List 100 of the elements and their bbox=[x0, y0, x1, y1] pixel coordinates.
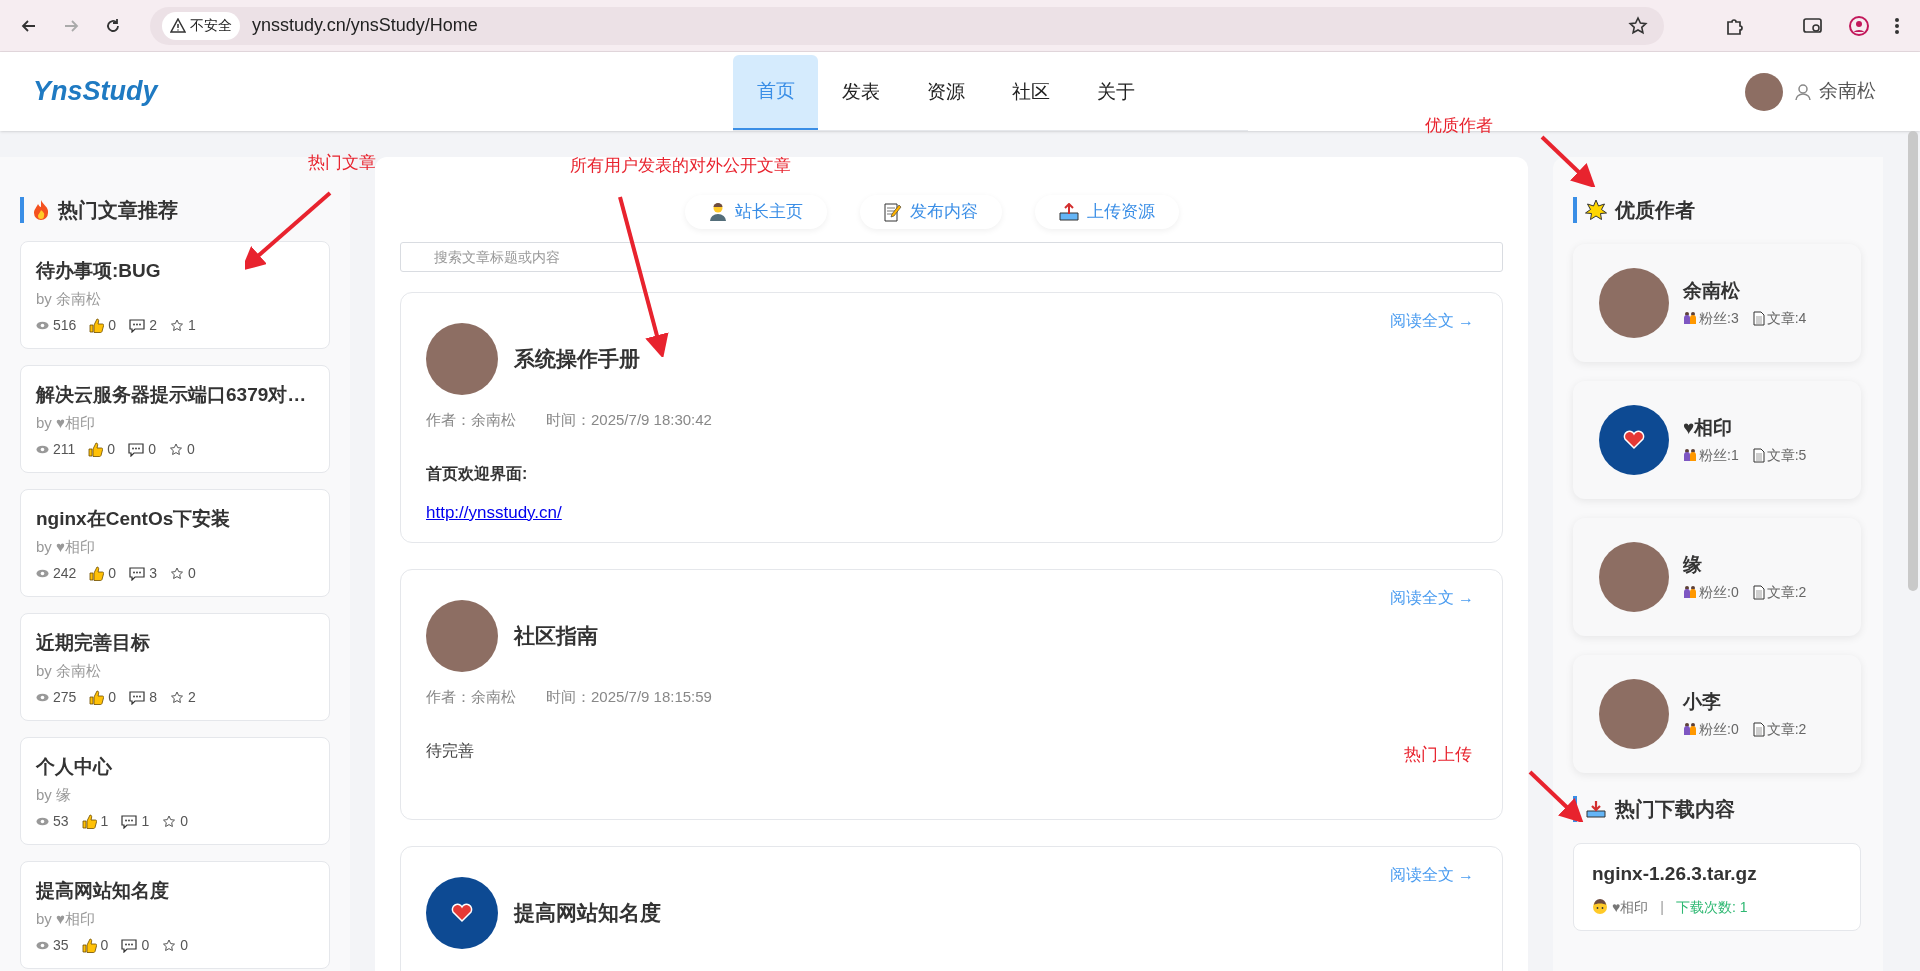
article-card[interactable]: nginx在CentOs下安装 by ♥相印 242 0 3 0 bbox=[20, 489, 330, 597]
accent-bar bbox=[1573, 796, 1577, 822]
comment-icon bbox=[121, 938, 138, 953]
reload-icon[interactable] bbox=[104, 16, 122, 35]
user-icon bbox=[1795, 82, 1811, 101]
article-title: 解决云服务器提示端口6379对… bbox=[36, 383, 308, 407]
scrollbar[interactable] bbox=[1908, 131, 1918, 591]
document-icon bbox=[1752, 447, 1765, 463]
upload-tray-icon bbox=[1058, 203, 1079, 221]
time-text: 时间：2025/7/9 18:15:59 bbox=[546, 687, 712, 707]
stat-count: 516 bbox=[53, 316, 77, 335]
action-button[interactable]: 上传资源 bbox=[1034, 195, 1179, 229]
stat-count: 8 bbox=[149, 688, 157, 707]
tab-search-icon[interactable] bbox=[1802, 15, 1824, 36]
post-title[interactable]: 提高网站知名度 bbox=[514, 897, 661, 929]
author-card[interactable]: ♥相印 粉丝:1 文章:5 bbox=[1573, 381, 1861, 499]
author-card[interactable]: 余南松 粉丝:3 文章:4 bbox=[1573, 244, 1861, 362]
article-card[interactable]: 提高网站知名度 by ♥相印 35 0 0 0 bbox=[20, 861, 330, 969]
annotation-label: 热门上传 bbox=[1404, 744, 1472, 766]
fans-count: 粉丝:1 bbox=[1699, 445, 1739, 465]
eye-icon bbox=[36, 817, 49, 826]
document-icon bbox=[1752, 721, 1765, 737]
star-outline-icon bbox=[169, 318, 184, 333]
thumbs-up-icon bbox=[81, 814, 97, 829]
articles-count: 文章:4 bbox=[1766, 308, 1807, 328]
thumbs-up-icon bbox=[81, 938, 97, 953]
annotation-label: 优质作者 bbox=[1425, 115, 1493, 137]
memo-icon bbox=[883, 202, 902, 222]
stat-count: 0 bbox=[107, 440, 116, 459]
file-name: nginx-1.26.3.tar.gz bbox=[1592, 862, 1758, 886]
author-card[interactable]: 小李 粉丝:0 文章:2 bbox=[1573, 655, 1861, 773]
article-author: by 余南松 bbox=[36, 288, 102, 309]
eye-icon bbox=[36, 693, 49, 702]
article-author: by ♥相印 bbox=[36, 412, 96, 433]
thumbs-up-icon bbox=[89, 566, 105, 581]
article-card[interactable]: 近期完善目标 by 余南松 275 0 8 2 bbox=[20, 613, 330, 721]
article-author: by ♥相印 bbox=[36, 908, 96, 929]
article-title: 个人中心 bbox=[36, 755, 113, 779]
fans-count: 粉丝:3 bbox=[1699, 308, 1739, 328]
thumbs-up-icon bbox=[89, 690, 105, 705]
nav-tab[interactable]: 发表 bbox=[818, 55, 903, 130]
profile-icon[interactable] bbox=[1848, 14, 1870, 37]
warning-icon bbox=[170, 18, 186, 33]
comment-icon bbox=[128, 442, 145, 457]
article-card[interactable]: 待办事项:BUG by 余南松 516 0 2 1 bbox=[20, 241, 330, 349]
stat-count: 0 bbox=[186, 440, 195, 459]
article-card[interactable]: 解决云服务器提示端口6379对… by ♥相印 211 0 0 0 bbox=[20, 365, 330, 473]
star-outline-icon bbox=[162, 938, 177, 953]
stat-count: 0 bbox=[187, 564, 196, 583]
security-chip[interactable]: 不安全 bbox=[162, 11, 240, 40]
more-icon[interactable] bbox=[1894, 15, 1900, 36]
stat-count: 1 bbox=[100, 812, 109, 831]
eye-icon bbox=[36, 569, 49, 578]
fans-count: 粉丝:0 bbox=[1699, 582, 1739, 602]
action-button[interactable]: 发布内容 bbox=[859, 195, 1002, 229]
star-outline-icon bbox=[162, 814, 177, 829]
content-text: 待完善 bbox=[426, 740, 474, 761]
author-name: 余南松 bbox=[1683, 279, 1741, 304]
stat-count: 242 bbox=[53, 564, 77, 583]
address-bar[interactable]: 不安全 ynsstudy.cn/ynsStudy/Home bbox=[150, 6, 1664, 45]
article-title: nginx在CentOs下安装 bbox=[36, 507, 232, 531]
separator: | bbox=[1660, 897, 1664, 917]
fans-count: 粉丝:0 bbox=[1699, 719, 1739, 739]
user-name[interactable]: 余南松 bbox=[1819, 77, 1876, 106]
site-logo[interactable]: YnsStudy bbox=[33, 71, 733, 112]
face-icon bbox=[1592, 899, 1608, 915]
stat-count: 0 bbox=[180, 936, 188, 955]
people-icon bbox=[1683, 722, 1697, 737]
bookmark-star-icon[interactable] bbox=[1628, 15, 1648, 36]
comment-icon bbox=[129, 566, 146, 581]
stat-count: 0 bbox=[141, 936, 150, 955]
post-title[interactable]: 社区指南 bbox=[514, 620, 598, 652]
download-tray-icon bbox=[1585, 799, 1607, 819]
stat-count: 0 bbox=[108, 564, 117, 583]
stat-count: 0 bbox=[100, 936, 109, 955]
stat-count: 0 bbox=[148, 440, 156, 459]
download-card[interactable]: nginx-1.26.3.tar.gz ♥相印 | 下载次数: 1 bbox=[1573, 843, 1861, 931]
section-title: 热门文章推荐 bbox=[58, 198, 178, 223]
nav-tab[interactable]: 关于 bbox=[1073, 55, 1158, 130]
post-title[interactable]: 系统操作手册 bbox=[514, 343, 640, 375]
content-link[interactable]: http://ynsstudy.cn/ bbox=[426, 499, 562, 525]
eye-icon bbox=[36, 445, 49, 454]
article-title: 提高网站知名度 bbox=[36, 879, 170, 903]
star-outline-icon bbox=[169, 566, 184, 581]
comment-icon bbox=[121, 814, 138, 829]
article-title: 待办事项:BUG bbox=[36, 259, 162, 283]
nav-tab[interactable]: 资源 bbox=[903, 55, 988, 130]
search-field[interactable]: 搜索文章标题或内容 bbox=[400, 242, 1503, 272]
thumbs-up-icon bbox=[89, 318, 105, 333]
stat-count: 2 bbox=[149, 316, 157, 335]
accent-bar bbox=[20, 197, 24, 223]
header-avatar[interactable] bbox=[1745, 72, 1783, 111]
article-card[interactable]: 个人中心 by 缘 53 1 1 0 bbox=[20, 737, 330, 845]
stat-count: 1 bbox=[141, 812, 150, 831]
person-icon bbox=[708, 202, 727, 222]
annotation-label: 所有用户发表的对外公开文章 bbox=[570, 155, 791, 177]
eye-icon bbox=[36, 941, 49, 950]
annotation-label: 热门文章 bbox=[308, 152, 376, 174]
nav-tab[interactable]: 社区 bbox=[988, 55, 1073, 130]
author-card[interactable]: 缘 粉丝:0 文章:2 bbox=[1573, 518, 1861, 636]
